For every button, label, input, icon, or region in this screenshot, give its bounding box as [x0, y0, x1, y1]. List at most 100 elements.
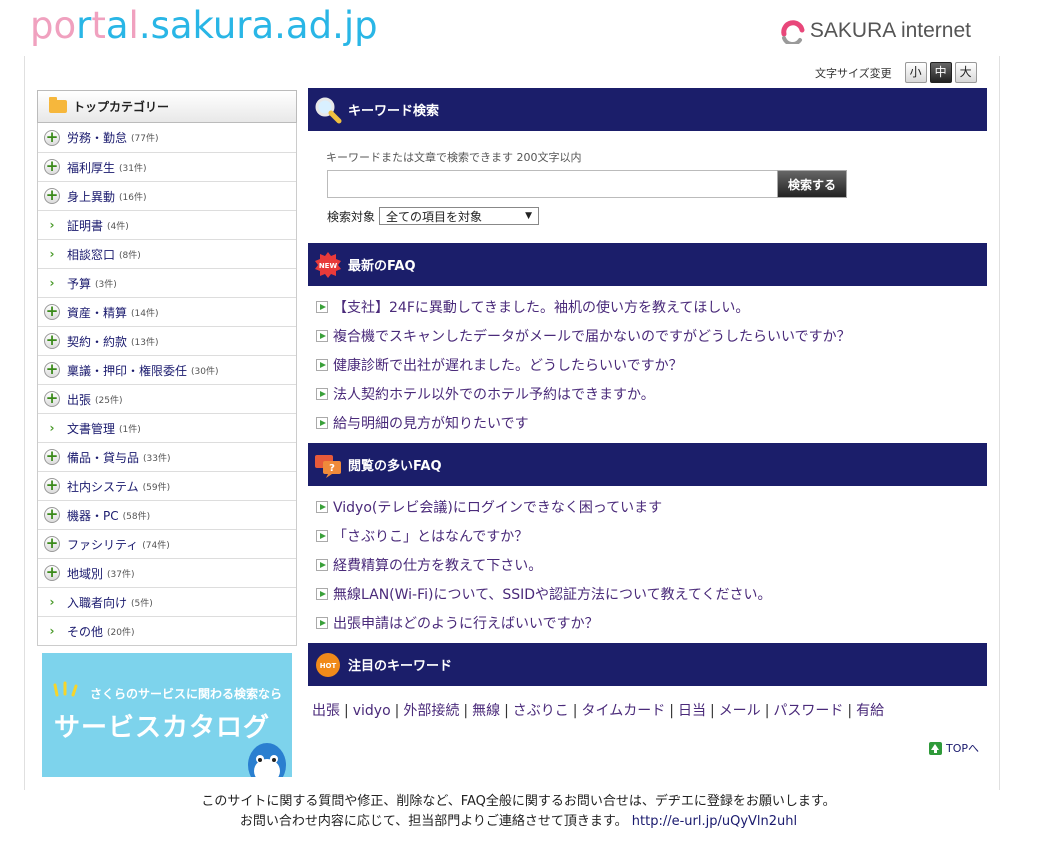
- category-label[interactable]: 機器・PC: [67, 507, 119, 524]
- font-size-small-button[interactable]: 小: [904, 62, 927, 83]
- category-label[interactable]: 契約・約款: [67, 333, 127, 350]
- faq-list-item[interactable]: Vidyo(テレビ会議)にログインできなく困っています: [316, 492, 987, 521]
- category-label[interactable]: 稟議・押印・権限委任: [67, 362, 187, 379]
- category-label[interactable]: 社内システム: [67, 478, 139, 495]
- category-count: (25件): [95, 395, 123, 406]
- faq-list-item[interactable]: 法人契約ホテル以外でのホテル予約はできますか。: [316, 379, 987, 408]
- keyword-link[interactable]: さぶりこ: [513, 703, 569, 719]
- faq-list-item[interactable]: 【支社】24Fに異動してきました。袖机の使い方を教えてほしい。: [316, 292, 987, 321]
- expand-plus-icon[interactable]: +: [44, 536, 60, 552]
- faq-link[interactable]: 無線LAN(Wi-Fi)について、SSIDや認証方法について教えてください。: [333, 584, 772, 604]
- sidebar-category-item[interactable]: + 資産・精算 (14件): [38, 297, 296, 326]
- faq-list-item[interactable]: 無線LAN(Wi-Fi)について、SSIDや認証方法について教えてください。: [316, 579, 987, 608]
- faq-list-item[interactable]: 健康診断で出社が遅れました。どうしたらいいですか？: [316, 350, 987, 379]
- category-label[interactable]: 相談窓口: [67, 246, 115, 263]
- category-label[interactable]: 予算: [67, 275, 91, 292]
- sidebar-category-item[interactable]: › 証明書 (4件): [38, 210, 296, 239]
- category-label[interactable]: 地域別: [67, 565, 103, 582]
- expand-plus-icon[interactable]: +: [44, 159, 60, 175]
- sidebar-category-item[interactable]: + 備品・貸与品 (33件): [38, 442, 296, 471]
- expand-plus-icon[interactable]: +: [44, 362, 60, 378]
- search-button[interactable]: 検索する: [777, 170, 847, 198]
- category-count: (30件): [191, 366, 219, 377]
- keyword-search-input[interactable]: [327, 170, 778, 198]
- expand-plus-icon[interactable]: +: [44, 507, 60, 523]
- category-label[interactable]: その他: [67, 623, 103, 640]
- sidebar-category-item[interactable]: › 文書管理 (1件): [38, 413, 296, 442]
- sidebar-category-item[interactable]: + 契約・約款 (13件): [38, 326, 296, 355]
- font-size-large-button[interactable]: 大: [954, 62, 977, 83]
- faq-list-item[interactable]: 複合機でスキャンしたデータがメールで届かないのですがどうしたらいいですか？: [316, 321, 987, 350]
- keyword-link[interactable]: メール: [719, 703, 761, 719]
- faq-link[interactable]: 経費精算の仕方を教えて下さい。: [333, 555, 542, 575]
- keyword-link[interactable]: 出張: [312, 703, 340, 719]
- sidebar-category-item[interactable]: + 出張 (25件): [38, 384, 296, 413]
- category-count: (58件): [122, 511, 151, 522]
- sidebar-category-item[interactable]: › 予算 (3件): [38, 268, 296, 297]
- separator: |: [764, 703, 770, 719]
- sidebar-category-item[interactable]: + 労務・勤怠 (77件): [38, 123, 296, 152]
- category-label[interactable]: ファシリティ: [67, 536, 138, 553]
- expand-plus-icon[interactable]: +: [44, 478, 60, 494]
- expand-plus-icon[interactable]: +: [44, 449, 60, 465]
- faq-link[interactable]: 出張申請はどのように行えばいいですか？: [333, 613, 599, 633]
- expand-plus-icon[interactable]: +: [44, 129, 60, 146]
- expand-plus-icon[interactable]: +: [44, 304, 60, 320]
- category-label[interactable]: 文書管理: [67, 420, 115, 437]
- faq-link[interactable]: 給与明細の見方が知りたいです: [333, 413, 529, 433]
- keyword-link[interactable]: タイムカード: [582, 703, 666, 719]
- separator: |: [572, 703, 578, 719]
- service-catalog-banner[interactable]: さくらのサービスに関わる検索なら サービスカタログ: [42, 653, 292, 777]
- category-label[interactable]: 入職者向け: [67, 594, 127, 611]
- keyword-link[interactable]: 無線: [472, 703, 500, 719]
- keyword-link[interactable]: 外部接続: [403, 703, 459, 719]
- expand-plus-icon[interactable]: +: [44, 188, 60, 204]
- faq-list-item[interactable]: 経費精算の仕方を教えて下さい。: [316, 550, 987, 579]
- category-label[interactable]: 労務・勤怠: [67, 129, 127, 146]
- category-label[interactable]: 証明書: [67, 217, 103, 234]
- faq-link[interactable]: 健康診断で出社が遅れました。どうしたらいいですか？: [333, 355, 683, 375]
- category-label[interactable]: 身上異動: [67, 188, 115, 205]
- category-label[interactable]: 出張: [67, 391, 91, 408]
- faq-link[interactable]: 【支社】24Fに異動してきました。袖机の使い方を教えてほしい。: [333, 297, 749, 317]
- expand-plus-icon[interactable]: +: [44, 565, 60, 581]
- sidebar-category-item[interactable]: › 相談窓口 (8件): [38, 239, 296, 268]
- chevron-right-icon: ›: [49, 595, 55, 609]
- to-top-link[interactable]: TOPへ: [929, 740, 979, 756]
- faq-list-item[interactable]: 給与明細の見方が知りたいです: [316, 408, 987, 437]
- keyword-link[interactable]: 有給: [856, 703, 884, 719]
- keyword-link[interactable]: vidyo: [353, 703, 391, 719]
- play-arrow-icon: [316, 416, 328, 429]
- expand-plus-icon[interactable]: +: [44, 333, 60, 349]
- search-target-select[interactable]: 全ての項目を対象 ▼: [379, 207, 540, 225]
- hot-badge-icon: HOT: [316, 653, 340, 677]
- sidebar-category-item[interactable]: + 機器・PC (58件): [38, 500, 296, 529]
- faq-link[interactable]: Vidyo(テレビ会議)にログインできなく困っています: [333, 497, 662, 517]
- faq-link[interactable]: 法人契約ホテル以外でのホテル予約はできますか。: [333, 384, 655, 404]
- sidebar-category-item[interactable]: + 地域別 (37件): [38, 558, 296, 587]
- separator: |: [463, 703, 469, 719]
- keyword-link[interactable]: パスワード: [773, 703, 843, 719]
- category-label[interactable]: 資産・精算: [67, 304, 127, 321]
- faq-link[interactable]: 複合機でスキャンしたデータがメールで届かないのですがどうしたらいいですか？: [333, 326, 851, 346]
- font-size-medium-button[interactable]: 中: [929, 62, 952, 83]
- site-logo[interactable]: portal.sakura.ad.jp: [30, 2, 378, 50]
- category-label[interactable]: 福利厚生: [67, 159, 115, 176]
- sidebar-category-item[interactable]: › その他 (20件): [38, 616, 296, 645]
- sidebar-category-item[interactable]: + 社内システム (59件): [38, 471, 296, 500]
- latest-faq-list: 【支社】24Fに異動してきました。袖机の使い方を教えてほしい。複合機でスキャンし…: [308, 286, 987, 443]
- sidebar-category-item[interactable]: + 稟議・押印・権限委任 (30件): [38, 355, 296, 384]
- to-top-label: TOPへ: [946, 742, 980, 755]
- sidebar-category-item[interactable]: › 入職者向け (5件): [38, 587, 296, 616]
- category-label[interactable]: 備品・貸与品: [67, 449, 139, 466]
- faq-list-item[interactable]: 出張申請はどのように行えばいいですか？: [316, 608, 987, 637]
- separator: |: [344, 703, 349, 719]
- expand-plus-icon[interactable]: +: [44, 391, 60, 407]
- faq-link[interactable]: 「さぶりこ」とはなんですか？: [333, 526, 528, 546]
- faq-list-item[interactable]: 「さぶりこ」とはなんですか？: [316, 521, 987, 550]
- sidebar-category-item[interactable]: + ファシリティ (74件): [38, 529, 296, 558]
- sidebar-category-item[interactable]: + 福利厚生 (31件): [38, 152, 296, 181]
- sidebar-category-item[interactable]: + 身上異動 (16件): [38, 181, 296, 210]
- keyword-link[interactable]: 日当: [678, 703, 706, 719]
- footer-link[interactable]: http://e-url.jp/uQyVln2uhl: [632, 814, 797, 829]
